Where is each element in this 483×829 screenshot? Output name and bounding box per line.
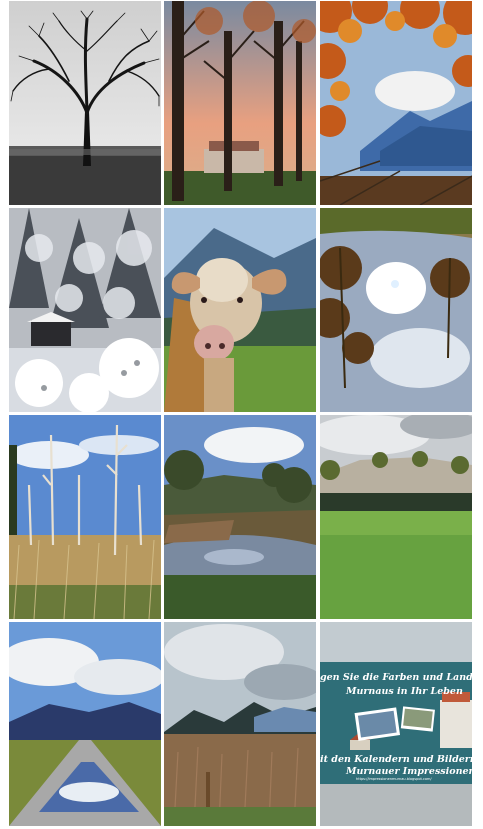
puddle-reflection-image <box>320 208 472 412</box>
creek-image <box>164 415 316 619</box>
photo-tile-snowy-forest[interactable] <box>9 208 161 412</box>
photo-tile-bare-tree[interactable] <box>9 1 161 205</box>
photo-tile-meadow-cliff[interactable] <box>320 415 472 619</box>
promo-line-4: Murnauer Impressionen <box>345 766 472 777</box>
promo-url: https://impressionenmurnau.blogspot.com/ <box>356 777 432 781</box>
snowy-forest-image <box>9 208 161 412</box>
meadow-cliff-image <box>320 415 472 619</box>
photo-grid: gen Sie die Farben und Landschaf Murnaus… <box>9 0 474 829</box>
promo-line-3: it den Kalendern und Bildern vo <box>320 754 472 765</box>
autumn-field-image <box>164 622 316 826</box>
photo-tile-orange-leaves-mountain[interactable] <box>320 1 472 205</box>
cow-image <box>164 208 316 412</box>
bare-tree-image <box>9 1 161 205</box>
dead-trees-image <box>9 415 161 619</box>
orange-leaves-image <box>320 1 472 205</box>
autumn-sunset-image <box>164 1 316 205</box>
photo-tile-cow[interactable] <box>164 208 316 412</box>
promo-line-1: gen Sie die Farben und Landschaf <box>320 672 472 683</box>
photo-tile-autumn-sunset[interactable] <box>164 1 316 205</box>
photo-tile-creek[interactable] <box>164 415 316 619</box>
photo-tile-puddle-reflection[interactable] <box>320 208 472 412</box>
promo-line-2: Murnaus in Ihr Leben <box>345 686 463 697</box>
photo-tile-dead-trees-reeds[interactable] <box>9 415 161 619</box>
photo-tile-calendar-promo[interactable]: gen Sie die Farben und Landschaf Murnaus… <box>320 622 472 826</box>
photo-tile-autumn-field[interactable] <box>164 622 316 826</box>
road-puddle-image <box>9 622 161 826</box>
calendar-promo-image: gen Sie die Farben und Landschaf Murnaus… <box>320 622 472 826</box>
photo-tile-road-puddle[interactable] <box>9 622 161 826</box>
